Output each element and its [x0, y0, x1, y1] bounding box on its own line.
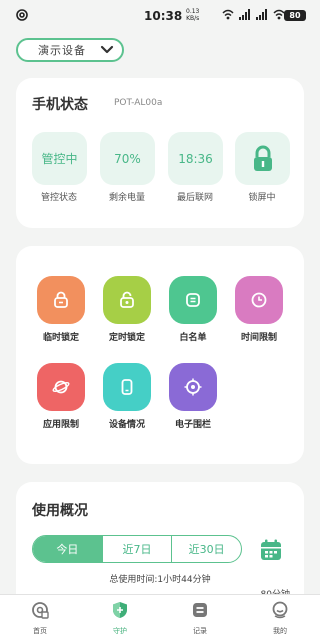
- wifi-icon: [222, 9, 234, 20]
- total-usage-time: 总使用时间:1小时44分钟: [109, 575, 211, 585]
- control-status-tile: 管控中: [32, 132, 87, 185]
- usage-title: 使用概况: [32, 503, 88, 519]
- device-model: POT-AL00a: [114, 98, 163, 108]
- lock-icon: [253, 145, 272, 171]
- signal-icon: [239, 9, 250, 20]
- nav-records[interactable]: 记录: [160, 595, 240, 641]
- profile-icon: [272, 601, 288, 619]
- list-icon: [186, 293, 200, 307]
- temporary-lock-button[interactable]: [37, 276, 85, 324]
- time-limit-button[interactable]: [235, 276, 283, 324]
- app-notification-icon: [16, 9, 28, 21]
- device-selector[interactable]: 演示设备: [16, 38, 124, 62]
- tab-30-days[interactable]: 近30日: [172, 536, 241, 562]
- phone-status-card: 手机状态 POT-AL00a 管控中 70% 18:36 管控状态 剩余电量 最…: [16, 78, 304, 228]
- lock-screen-tile: [235, 132, 290, 185]
- app-limit-button[interactable]: [37, 363, 85, 411]
- signal-icon-2: [256, 9, 267, 20]
- tile-label: 管控状态: [40, 193, 77, 203]
- timed-lock-icon: [120, 291, 134, 308]
- status-bar: 10:38 0.13 KB/s 80: [0, 0, 320, 32]
- record-icon: [193, 603, 207, 617]
- tab-today[interactable]: 今日: [33, 536, 103, 562]
- tile-label: 锁屏中: [248, 193, 276, 203]
- nav-label: 首页: [33, 627, 47, 635]
- usage-period-tabs: 今日 近7日 近30日: [32, 535, 242, 563]
- tile-label: 剩余电量: [108, 193, 145, 203]
- function-label: 时间限制: [240, 333, 277, 343]
- nav-home[interactable]: 首页: [0, 595, 80, 641]
- function-label: 电子围栏: [174, 420, 211, 430]
- last-online-tile: 18:36: [168, 132, 223, 185]
- battery-indicator: 80: [284, 10, 306, 21]
- usage-card: 使用概况 今日 近7日 近30日 总使用时间:1小时44分钟 80分钟: [16, 482, 304, 612]
- nav-guard[interactable]: 守护: [80, 595, 160, 641]
- whitelist-button[interactable]: [169, 276, 217, 324]
- clock-time: 10:38: [144, 9, 183, 23]
- device-selector-label: 演示设备: [38, 44, 86, 57]
- target-icon: [184, 378, 202, 396]
- home-icon: [32, 602, 49, 619]
- planet-icon: [52, 380, 70, 394]
- geofence-button[interactable]: [169, 363, 217, 411]
- function-label: 应用限制: [42, 420, 79, 430]
- network-speed: 0.13 KB/s: [186, 8, 200, 22]
- nav-profile[interactable]: 我的: [240, 595, 320, 641]
- functions-card: 临时锁定 定时锁定 白名单 时间限制 应用限制 设备情况 电子围栏: [16, 246, 304, 464]
- function-label: 定时锁定: [108, 333, 145, 343]
- clock-icon: [251, 292, 267, 308]
- calendar-icon[interactable]: [259, 538, 283, 562]
- lock-icon: [54, 291, 68, 308]
- bottom-nav: 首页 守护 记录 我的: [0, 594, 320, 641]
- tile-label: 最后联网: [176, 193, 213, 203]
- nav-label: 记录: [193, 627, 207, 635]
- function-label: 设备情况: [108, 420, 145, 430]
- nav-label: 我的: [273, 627, 287, 635]
- phone-status-title: 手机状态: [32, 97, 88, 113]
- timed-lock-button[interactable]: [103, 276, 151, 324]
- shield-icon: [113, 602, 127, 618]
- function-label: 临时锁定: [42, 333, 79, 343]
- nav-label: 守护: [113, 627, 127, 635]
- phone-icon: [121, 379, 133, 395]
- battery-tile: 70%: [100, 132, 155, 185]
- device-status-button[interactable]: [103, 363, 151, 411]
- chevron-down-icon: [100, 45, 114, 54]
- function-label: 白名单: [179, 333, 207, 343]
- tab-7-days[interactable]: 近7日: [103, 536, 173, 562]
